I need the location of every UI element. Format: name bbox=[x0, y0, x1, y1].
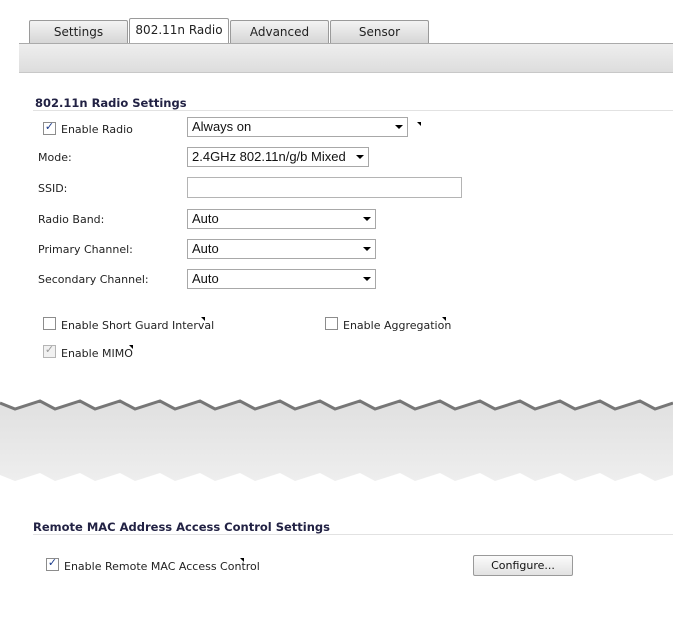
chevron-down-icon bbox=[395, 125, 403, 129]
remote-mac-checkbox[interactable]: ✓ bbox=[46, 556, 59, 571]
tab-sensor[interactable]: Sensor bbox=[330, 20, 429, 43]
tooltip-triangle-icon[interactable] bbox=[129, 345, 133, 349]
chevron-down-icon bbox=[356, 155, 364, 159]
enable-radio-label: Enable Radio bbox=[61, 123, 133, 136]
short-guard-interval-checkbox[interactable] bbox=[43, 317, 56, 330]
remote-mac-label: Enable Remote MAC Access Control bbox=[64, 560, 260, 573]
ssid-label: SSID: bbox=[38, 182, 68, 195]
secondary-channel-label: Secondary Channel: bbox=[38, 273, 149, 286]
ssid-input[interactable] bbox=[187, 177, 462, 198]
tooltip-triangle-icon[interactable] bbox=[417, 122, 421, 126]
check-icon: ✓ bbox=[44, 343, 55, 356]
aggregation-label: Enable Aggregation bbox=[343, 319, 452, 332]
mode-value: 2.4GHz 802.11n/g/b Mixed bbox=[192, 149, 346, 164]
section-divider bbox=[33, 534, 673, 535]
chevron-down-icon bbox=[363, 247, 371, 251]
section-title-radio-settings: 802.11n Radio Settings bbox=[35, 96, 187, 110]
toolbar-strip bbox=[19, 44, 673, 73]
secondary-channel-value: Auto bbox=[192, 271, 219, 286]
tooltip-triangle-icon[interactable] bbox=[442, 317, 446, 321]
tab-settings[interactable]: Settings bbox=[29, 20, 128, 43]
tab-advanced[interactable]: Advanced bbox=[230, 20, 329, 43]
enable-radio-checkbox[interactable]: ✓ bbox=[43, 120, 56, 135]
chevron-down-icon bbox=[363, 217, 371, 221]
mode-label: Mode: bbox=[38, 151, 72, 164]
primary-channel-label: Primary Channel: bbox=[38, 243, 133, 256]
radio-schedule-select[interactable]: Always on bbox=[187, 117, 408, 137]
mimo-checkbox[interactable]: ✓ bbox=[43, 343, 56, 358]
check-icon: ✓ bbox=[47, 556, 58, 569]
radio-band-select[interactable]: Auto bbox=[187, 209, 376, 229]
mimo-label: Enable MIMO bbox=[61, 347, 133, 360]
primary-channel-value: Auto bbox=[192, 241, 219, 256]
mode-select[interactable]: 2.4GHz 802.11n/g/b Mixed bbox=[187, 147, 369, 167]
short-guard-interval-label: Enable Short Guard Interval bbox=[61, 319, 215, 332]
check-icon: ✓ bbox=[44, 120, 55, 133]
section-title-remote-mac: Remote MAC Address Access Control Settin… bbox=[33, 520, 331, 534]
tooltip-triangle-icon[interactable] bbox=[201, 317, 205, 321]
tooltip-triangle-icon[interactable] bbox=[240, 558, 244, 562]
radio-band-value: Auto bbox=[192, 211, 219, 226]
configure-button[interactable]: Configure... bbox=[473, 555, 573, 576]
radio-band-label: Radio Band: bbox=[38, 213, 105, 226]
section-divider bbox=[33, 110, 673, 111]
aggregation-checkbox[interactable] bbox=[325, 317, 338, 330]
radio-schedule-value: Always on bbox=[192, 119, 252, 134]
secondary-channel-select[interactable]: Auto bbox=[187, 269, 376, 289]
chevron-down-icon bbox=[363, 277, 371, 281]
torn-edge-separator bbox=[0, 399, 673, 481]
tab-802-11n-radio[interactable]: 802.11n Radio bbox=[129, 18, 229, 43]
primary-channel-select[interactable]: Auto bbox=[187, 239, 376, 259]
